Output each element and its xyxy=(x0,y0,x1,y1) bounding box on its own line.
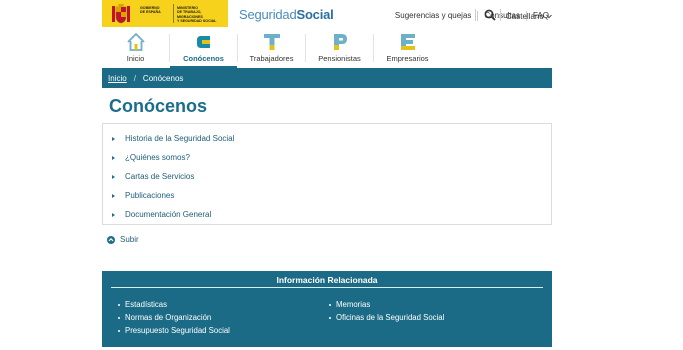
seguridad-social-logo[interactable]: SeguridadSocial xyxy=(239,7,334,22)
caret-right-icon xyxy=(112,155,115,160)
related-info-panel: Información Relacionada Estadísticas Nor… xyxy=(102,271,552,347)
related-link-normas[interactable]: Normas de Organización xyxy=(118,311,230,324)
related-link-presupuesto[interactable]: Presupuesto Seguridad Social xyxy=(118,324,230,337)
link-sugerencias[interactable]: Sugerencias y quejas xyxy=(389,11,479,21)
list-item-quienes-somos[interactable]: ¿Quiénes somos? xyxy=(103,148,551,167)
nav-item-pensionistas[interactable]: Pensionistas xyxy=(306,30,373,68)
house-icon xyxy=(126,32,145,51)
caret-right-icon xyxy=(112,212,115,217)
coat-of-arms-icon xyxy=(102,0,140,27)
breadcrumb-home-link[interactable]: Inicio xyxy=(108,74,127,83)
top-header: GOBIERNO DE ESPAÑA MINISTERIO DE TRABAJO… xyxy=(0,0,683,30)
back-to-top-link[interactable]: Subir xyxy=(107,235,139,244)
nav-item-trabajadores[interactable]: Trabajadores xyxy=(238,30,305,68)
related-link-memorias[interactable]: Memorias xyxy=(329,298,444,311)
t-letter-icon xyxy=(263,34,280,50)
related-links-column-2: Memorias Oficinas de la Seguridad Social xyxy=(329,298,444,324)
nav-item-empresarios[interactable]: Empresarios xyxy=(374,30,441,68)
nav-item-inicio[interactable]: Inicio xyxy=(102,30,169,68)
section-link-list: Historia de la Seguridad Social ¿Quiénes… xyxy=(102,123,552,225)
caret-right-icon xyxy=(112,193,115,198)
language-selector[interactable]: Castellano xyxy=(506,12,552,21)
arrow-up-circle-icon xyxy=(107,235,115,244)
page-title: Conócenos xyxy=(109,96,208,116)
list-item-documentacion[interactable]: Documentación General xyxy=(103,205,551,224)
government-logo[interactable]: GOBIERNO DE ESPAÑA MINISTERIO DE TRABAJO… xyxy=(102,0,228,27)
related-link-estadisticas[interactable]: Estadísticas xyxy=(118,298,230,311)
ministry-text: MINISTERIO DE TRABAJO, MIGRACIONES Y SEG… xyxy=(177,6,217,24)
related-links-column-1: Estadísticas Normas de Organización Pres… xyxy=(118,298,230,337)
nav-item-conocenos[interactable]: Conócenos xyxy=(170,30,237,68)
breadcrumb: Inicio / Conócenos xyxy=(102,68,552,88)
government-text: GOBIERNO DE ESPAÑA xyxy=(140,6,161,15)
related-link-oficinas[interactable]: Oficinas de la Seguridad Social xyxy=(329,311,444,324)
list-item-cartas-servicios[interactable]: Cartas de Servicios xyxy=(103,167,551,186)
p-letter-icon xyxy=(333,34,347,50)
chevron-down-icon xyxy=(545,14,552,19)
breadcrumb-current: Conócenos xyxy=(142,73,184,83)
search-icon[interactable] xyxy=(484,9,496,21)
main-nav: Inicio Conócenos Trabajadores Pensionist… xyxy=(102,30,552,68)
list-item-publicaciones[interactable]: Publicaciones xyxy=(103,186,551,205)
breadcrumb-separator: / xyxy=(133,73,136,83)
list-item-historia[interactable]: Historia de la Seguridad Social xyxy=(103,129,551,148)
c-letter-icon xyxy=(196,36,210,48)
caret-right-icon xyxy=(112,174,115,179)
caret-right-icon xyxy=(112,136,115,141)
e-letter-icon xyxy=(400,34,415,50)
related-info-title: Información Relacionada xyxy=(276,275,378,285)
